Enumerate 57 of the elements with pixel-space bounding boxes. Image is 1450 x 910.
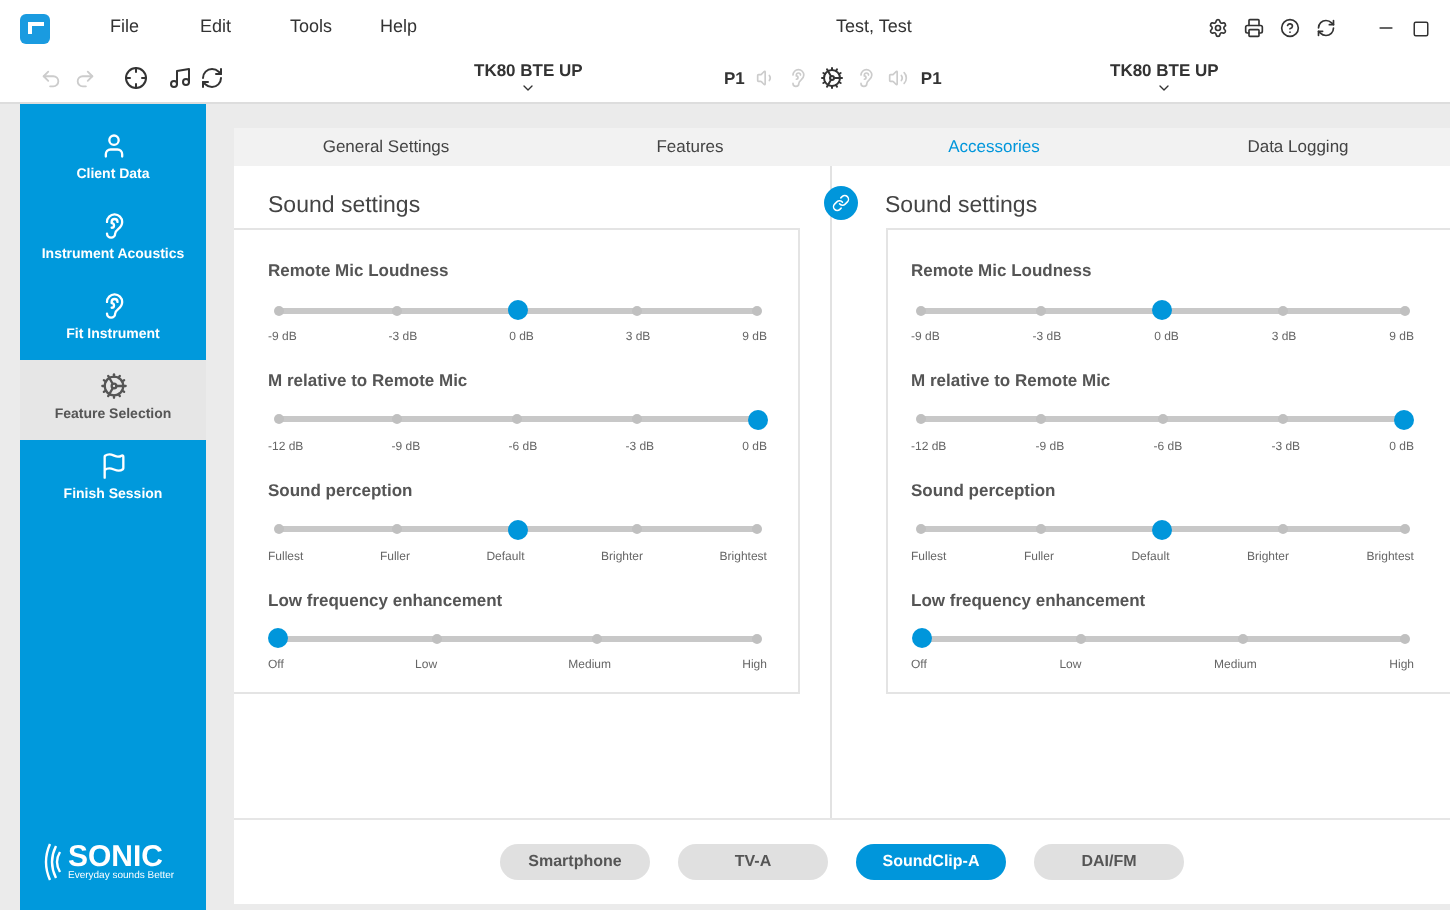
program-icon[interactable] [820,66,845,90]
slider-label: Low frequency enhancement [268,587,505,613]
slider-track[interactable] [268,628,767,649]
device-selector[interactable]: TK80 BTE UP [474,60,583,96]
slider-label: Sound perception [911,477,1058,503]
step-icon [99,452,127,481]
menu-item[interactable]: Help [364,14,454,42]
slider-label: Remote Mic Loudness [268,258,451,284]
slider-track[interactable] [911,519,1414,539]
target-icon[interactable] [124,66,148,90]
sound-waves-icon [44,842,62,882]
program-label: P1 [724,65,745,91]
chevron-down-icon [520,80,537,96]
help-icon[interactable] [1280,18,1300,38]
step-icon [99,372,127,401]
maximize-icon[interactable] [1412,19,1430,37]
music-note-icon[interactable] [168,66,192,90]
section-title: Sound settings [885,192,1040,222]
app-logo-icon [20,13,50,43]
slider-thumb[interactable] [1394,409,1414,430]
section-title: Sound settings [266,192,423,222]
settings-icon[interactable] [1208,18,1228,38]
tab[interactable]: Features [538,128,842,166]
accessory-button[interactable]: Smartphone [500,844,650,880]
window-title: Test, Test [836,14,912,41]
link-button[interactable] [824,186,858,220]
print-icon[interactable] [1244,18,1264,38]
tab[interactable]: Data Logging [1146,128,1450,166]
slider-label: Low frequency enhancement [911,587,1148,613]
slider-track[interactable] [911,300,1414,320]
slider-thumb[interactable] [268,628,288,649]
refresh-icon[interactable] [1316,18,1336,38]
link-icon [832,194,850,212]
accessory-button[interactable]: TV-A [678,844,828,880]
slider-label: M relative to Remote Mic [268,368,470,394]
program-label: P1 [920,65,942,91]
slider-track[interactable] [911,628,1414,649]
slider-thumb[interactable] [1152,300,1173,320]
slider-thumb[interactable] [911,628,931,649]
slider-thumb[interactable] [747,409,767,430]
accessory-button[interactable]: DAI/FM [1034,844,1184,880]
menu-item[interactable]: Tools [274,14,364,42]
step-icon [99,132,127,161]
slider-label: M relative to Remote Mic [911,368,1113,394]
chevron-down-icon [1156,80,1173,96]
cycle-icon[interactable] [200,66,224,90]
slider-thumb[interactable] [507,519,528,539]
slider-thumb[interactable] [507,300,528,320]
slider-thumb[interactable] [1152,519,1173,539]
menu-item[interactable]: Edit [184,14,274,42]
device-selector[interactable]: TK80 BTE UP [1110,60,1219,96]
tab[interactable]: General Settings [234,128,538,166]
accessory-button[interactable]: SoundClip-A [856,844,1006,880]
slider-label: Sound perception [268,477,415,503]
slider-track[interactable] [911,409,1414,430]
menu-item[interactable]: File [94,14,184,42]
slider-label: Remote Mic Loudness [911,258,1094,284]
